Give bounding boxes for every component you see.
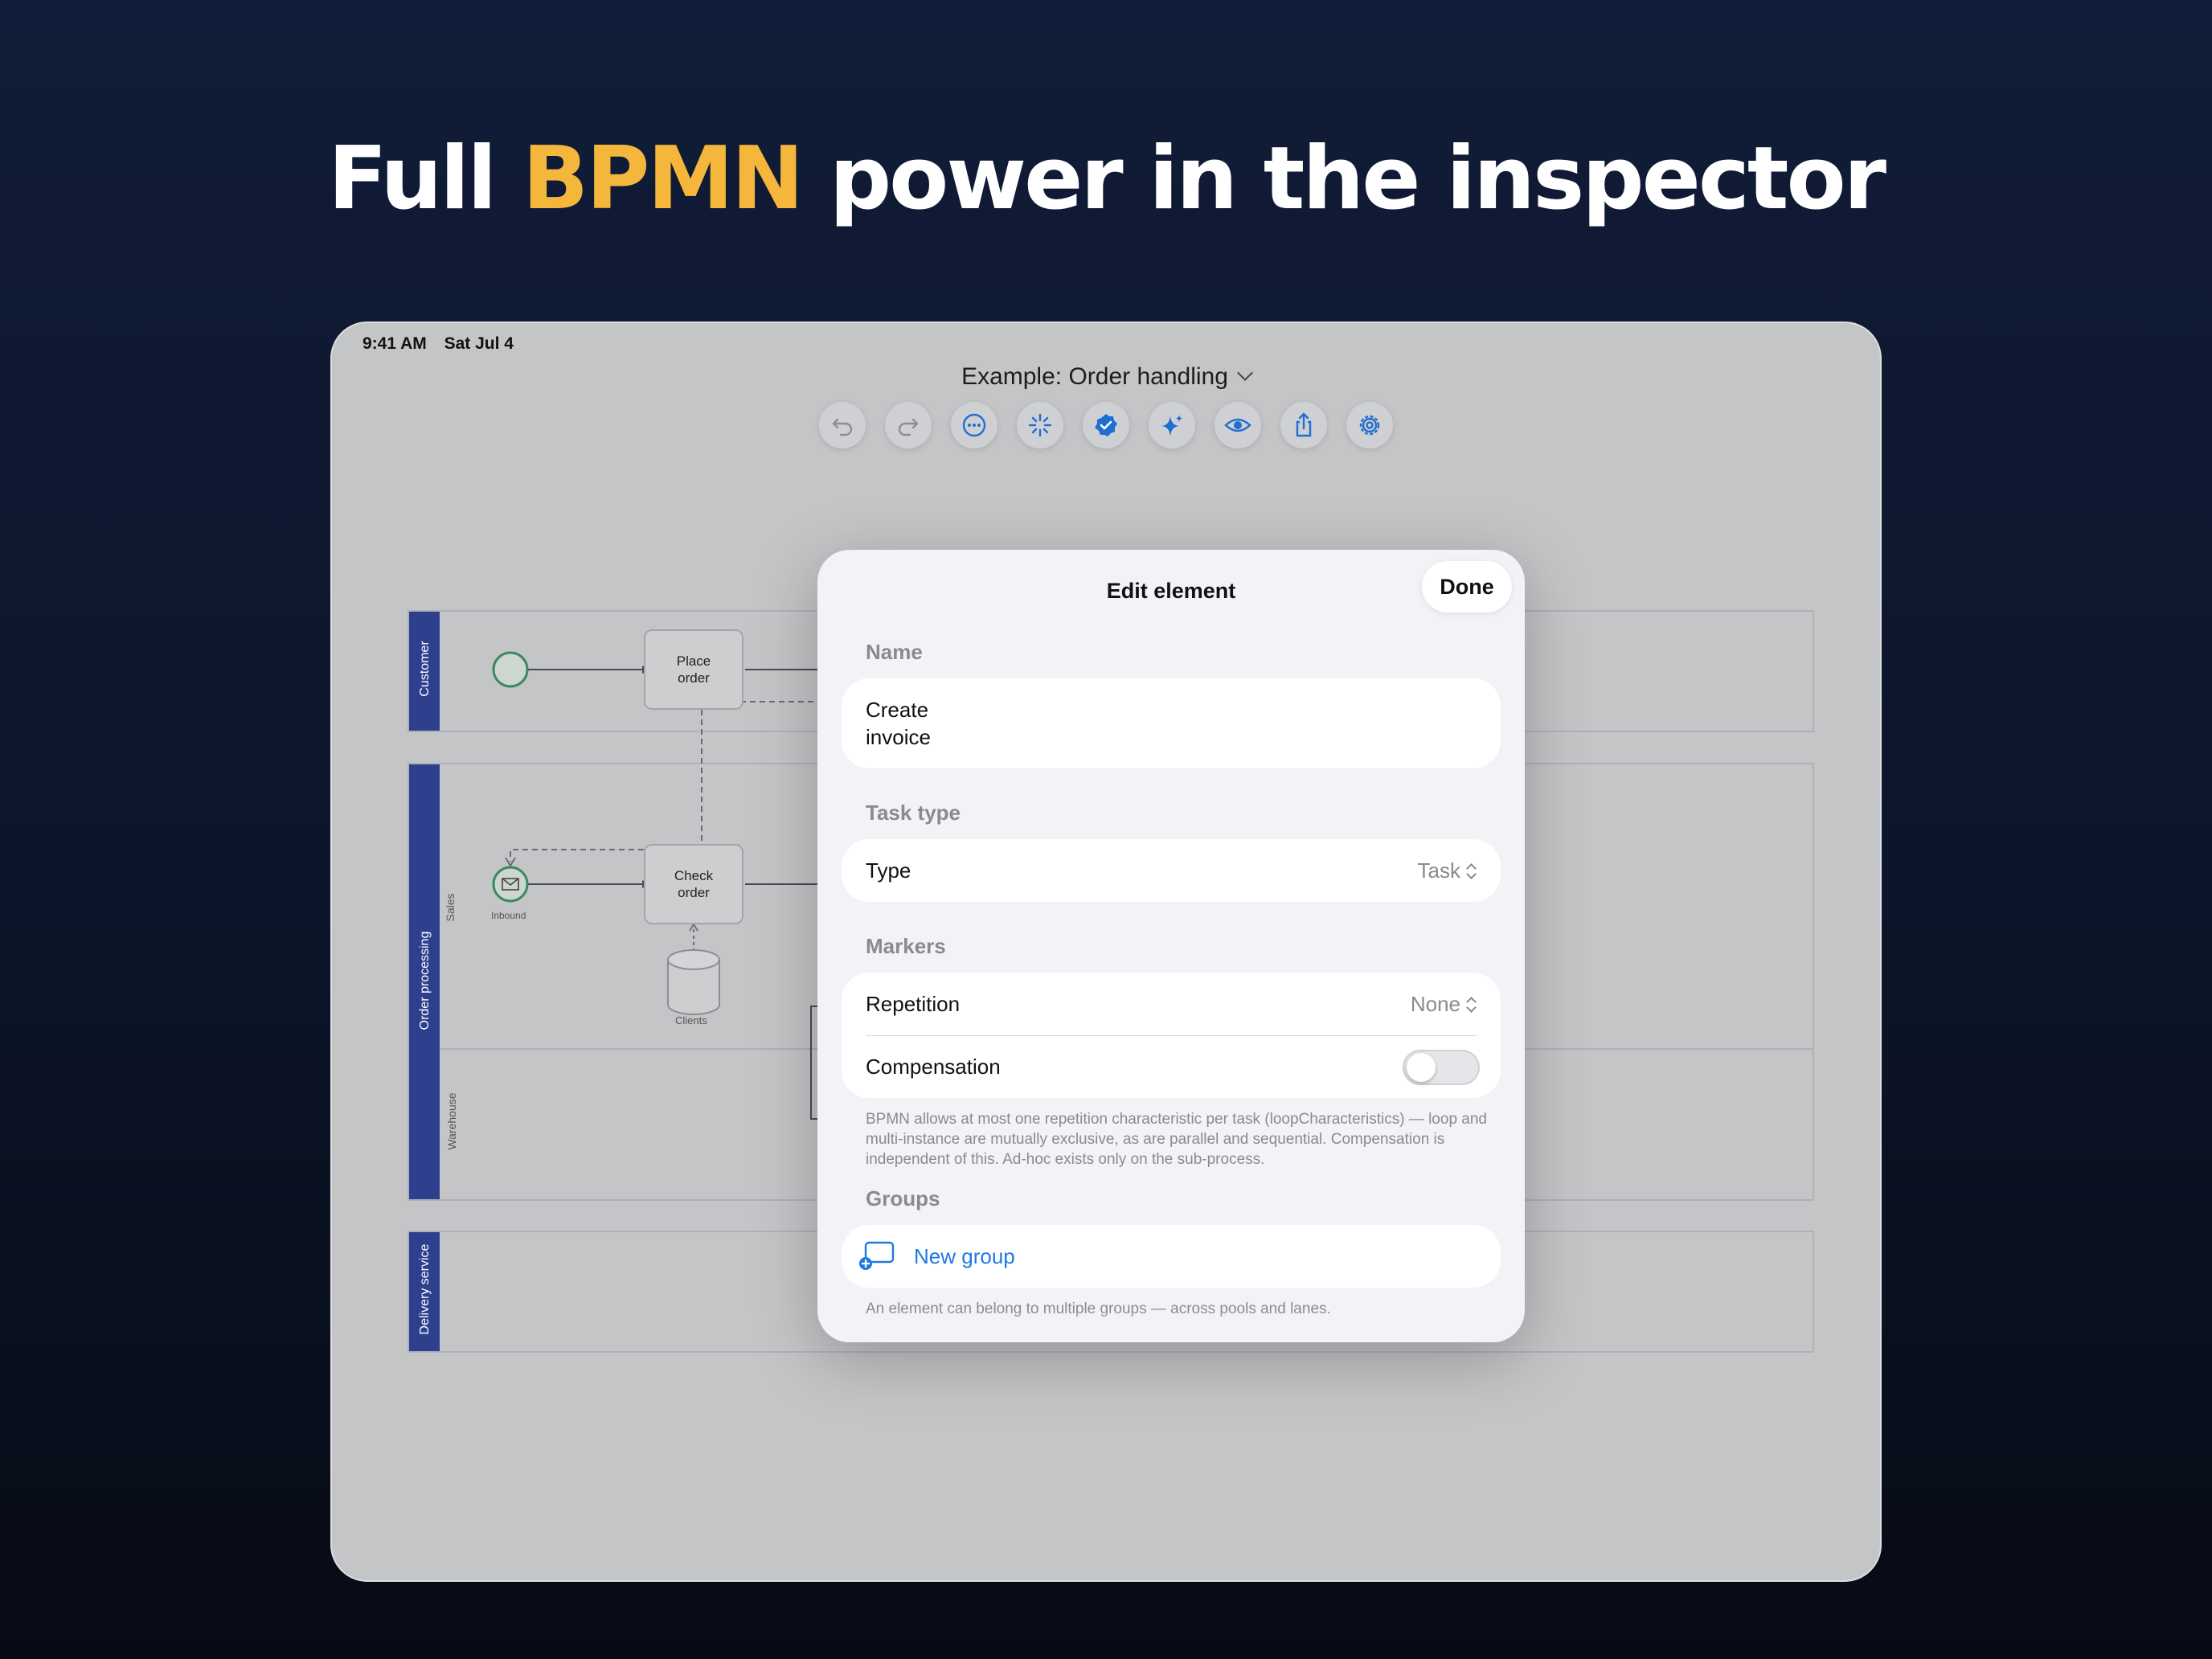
task-type-card[interactable]: Type Task <box>842 839 1501 902</box>
compensation-label: Compensation <box>866 1055 1001 1079</box>
new-group-label: New group <box>914 1244 1015 1268</box>
scroll-fade <box>817 1310 1525 1342</box>
markers-footnote: BPMN allows at most one repetition chara… <box>866 1111 1487 1168</box>
type-label: Type <box>866 858 911 883</box>
headline: Full BPMN power in the inspector <box>0 127 2212 231</box>
data-store-icon[interactable] <box>667 949 720 1015</box>
new-group-row[interactable]: New group <box>842 1225 1501 1288</box>
headline-accent: BPMN <box>522 129 804 229</box>
repetition-picker[interactable]: None <box>1411 992 1477 1017</box>
markers-card: Repetition None Compensation <box>842 973 1501 1098</box>
section-header-task-type: Task type <box>866 801 961 825</box>
repetition-label: Repetition <box>866 992 961 1016</box>
row-divider <box>866 1035 1477 1036</box>
add-group-icon <box>859 1241 895 1270</box>
type-value: Task <box>1417 858 1460 883</box>
edit-element-sheet: Edit element Done Name Create invoice Ta… <box>817 550 1525 1342</box>
event-label-inbound: Inbound <box>491 910 526 921</box>
data-store-label: Clients <box>675 1014 707 1026</box>
name-card: Create invoice <box>842 678 1501 768</box>
ipad-screen: 9:41 AM Sat Jul 4 Example: Order handlin… <box>330 322 1882 1582</box>
chevron-up-down-icon <box>1465 996 1477 1014</box>
type-picker[interactable]: Task <box>1418 858 1477 883</box>
section-header-groups: Groups <box>866 1186 940 1210</box>
chevron-up-down-icon <box>1465 862 1477 880</box>
section-header-markers: Markers <box>866 934 946 958</box>
section-header-name: Name <box>866 640 923 664</box>
name-field[interactable]: Create invoice <box>866 696 1477 751</box>
task-place-order[interactable]: Place order <box>644 629 743 710</box>
headline-prefix: Full <box>328 129 522 229</box>
task-check-order[interactable]: Check order <box>644 844 743 924</box>
toggle-knob <box>1407 1053 1436 1082</box>
repetition-value: None <box>1410 992 1460 1016</box>
sheet-title: Edit element <box>1106 579 1236 603</box>
headline-suffix: power in the inspector <box>801 129 1886 229</box>
start-event[interactable] <box>492 651 529 688</box>
done-button[interactable]: Done <box>1422 561 1512 612</box>
compensation-toggle[interactable] <box>1403 1050 1480 1085</box>
